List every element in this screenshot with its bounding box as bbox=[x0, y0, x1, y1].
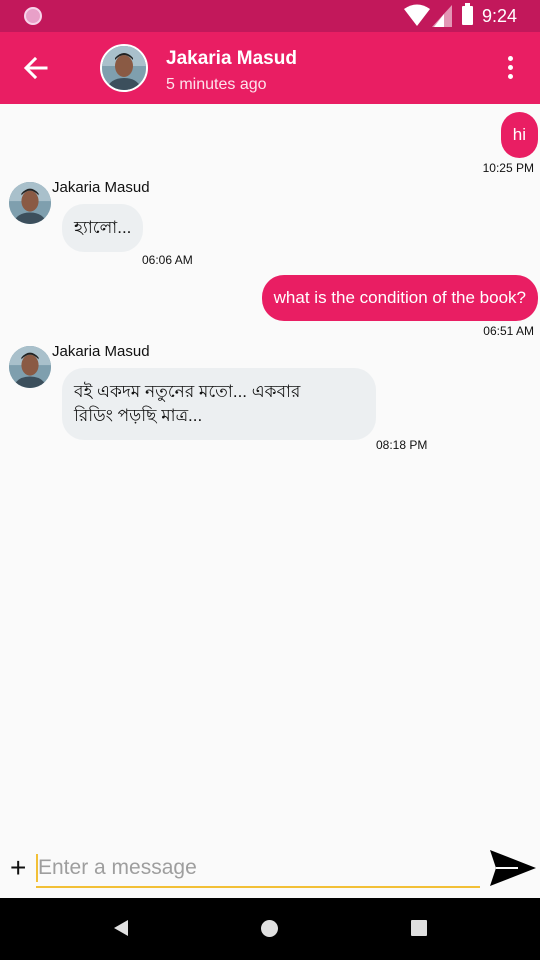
sender-avatar[interactable] bbox=[9, 346, 51, 388]
outgoing-message-bubble[interactable]: hi bbox=[500, 112, 538, 158]
signal-icon bbox=[432, 5, 452, 27]
incoming-message-bubble[interactable]: হ্যালো... bbox=[62, 204, 144, 252]
text-cursor bbox=[36, 854, 38, 882]
back-arrow-icon[interactable] bbox=[18, 50, 54, 86]
nav-recents-icon[interactable] bbox=[411, 920, 427, 936]
status-bar: 9:24 bbox=[0, 0, 540, 32]
add-attachment-button[interactable]: + bbox=[10, 854, 26, 882]
contact-name[interactable]: Jakaria Masud bbox=[166, 48, 297, 70]
notification-icon bbox=[24, 7, 42, 25]
sender-avatar[interactable] bbox=[9, 182, 51, 224]
app-bar: Jakaria Masud 5 minutes ago bbox=[0, 32, 540, 104]
nav-back-icon[interactable] bbox=[112, 918, 130, 938]
incoming-message-bubble[interactable]: বই একদম নতুনের মতো... একবার রিডিং পড়ছি … bbox=[62, 368, 376, 440]
message-timestamp: 08:18 PM bbox=[376, 438, 428, 452]
last-seen-status: 5 minutes ago bbox=[166, 76, 267, 93]
sender-name: Jakaria Masud bbox=[52, 343, 150, 360]
message-list[interactable]: hi 10:25 PM Jakaria Masud হ্যালো... 06:0… bbox=[0, 104, 540, 842]
contact-avatar[interactable] bbox=[100, 44, 148, 92]
message-timestamp: 06:06 AM bbox=[142, 253, 193, 267]
status-time: 9:24 bbox=[482, 6, 518, 26]
outgoing-message-bubble[interactable]: what is the condition of the book? bbox=[261, 275, 538, 321]
avatar-photo-icon bbox=[9, 182, 51, 224]
sender-name: Jakaria Masud bbox=[52, 179, 150, 196]
message-timestamp: 06:51 AM bbox=[483, 324, 534, 338]
avatar-photo-icon bbox=[102, 46, 146, 90]
avatar-photo-icon bbox=[9, 346, 51, 388]
overflow-menu-icon[interactable] bbox=[500, 52, 522, 84]
message-text-line: বই একদম নতুনের মতো... একবার bbox=[74, 382, 301, 401]
nav-home-icon[interactable] bbox=[261, 920, 278, 937]
message-text-line: রিডিং পড়ছি মাত্র... bbox=[74, 406, 203, 425]
battery-icon bbox=[462, 3, 473, 25]
message-input[interactable] bbox=[36, 850, 480, 888]
message-composer: + bbox=[0, 842, 540, 898]
system-navigation-bar bbox=[0, 898, 540, 960]
send-icon[interactable] bbox=[488, 848, 536, 888]
wifi-icon bbox=[404, 4, 430, 26]
message-timestamp: 10:25 PM bbox=[482, 161, 534, 175]
